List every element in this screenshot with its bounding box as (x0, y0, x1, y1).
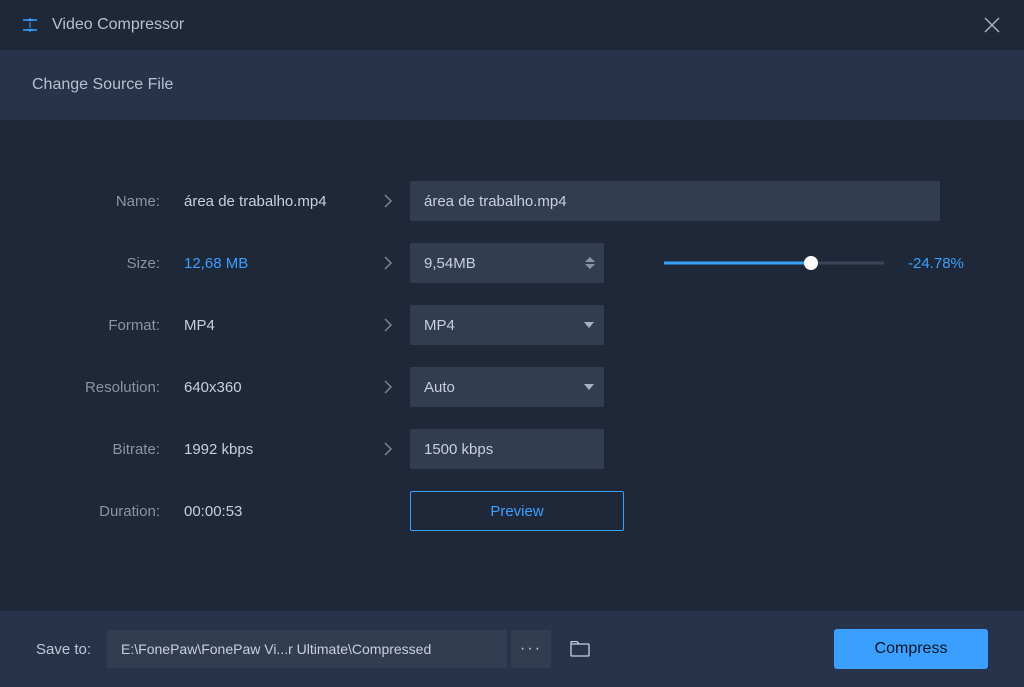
resolution-dropdown[interactable]: Auto (410, 367, 604, 407)
format-source-value: MP4 (166, 317, 366, 334)
chevron-right-icon (366, 255, 410, 271)
size-slider[interactable] (664, 256, 884, 270)
settings-panel: Name: área de trabalho.mp4 Size: 12,68 M… (0, 120, 1024, 611)
saveto-label: Save to: (36, 641, 91, 658)
change-source-bar[interactable]: Change Source File (0, 50, 1024, 120)
duration-label: Duration: (36, 503, 166, 520)
more-options-button[interactable]: ··· (511, 630, 551, 668)
row-bitrate: Bitrate: 1992 kbps (36, 418, 988, 480)
caret-down-icon (574, 384, 604, 390)
preview-button[interactable]: Preview (410, 491, 624, 531)
compress-button[interactable]: Compress (834, 629, 988, 669)
change-source-label: Change Source File (32, 76, 173, 94)
size-target-value: 9,54MB (410, 255, 576, 272)
chevron-right-icon (366, 317, 410, 333)
size-target-spinner[interactable]: 9,54MB (410, 243, 604, 283)
chevron-right-icon (366, 379, 410, 395)
row-size: Size: 12,68 MB 9,54MB -24.78% (36, 232, 988, 294)
format-dropdown[interactable]: MP4 (410, 305, 604, 345)
close-button[interactable] (980, 13, 1004, 37)
caret-down-icon (574, 322, 604, 328)
bitrate-source-value: 1992 kbps (166, 441, 366, 458)
spinner-up-icon[interactable] (585, 257, 595, 262)
format-label: Format: (36, 317, 166, 334)
slider-thumb[interactable] (804, 256, 818, 270)
row-duration: Duration: 00:00:53 Preview (36, 480, 988, 542)
save-path-input[interactable] (107, 630, 507, 668)
chevron-right-icon (366, 441, 410, 457)
open-folder-button[interactable] (561, 630, 599, 668)
name-label: Name: (36, 193, 166, 210)
duration-value: 00:00:53 (166, 503, 366, 520)
resolution-label: Resolution: (36, 379, 166, 396)
app-icon (20, 15, 40, 35)
resolution-target-value: Auto (410, 379, 574, 396)
title-bar: Video Compressor (0, 0, 1024, 50)
resolution-source-value: 640x360 (166, 379, 366, 396)
bitrate-label: Bitrate: (36, 441, 166, 458)
slider-fill (664, 262, 811, 265)
spinner-down-icon[interactable] (585, 264, 595, 269)
name-output-input[interactable] (410, 181, 940, 221)
size-label: Size: (36, 255, 166, 272)
size-percent: -24.78% (908, 255, 964, 272)
chevron-right-icon (366, 193, 410, 209)
app-title: Video Compressor (52, 16, 980, 34)
name-source-value: área de trabalho.mp4 (166, 193, 366, 210)
size-source-value: 12,68 MB (166, 255, 366, 272)
row-resolution: Resolution: 640x360 Auto (36, 356, 988, 418)
bitrate-target-input[interactable] (410, 429, 604, 469)
format-target-value: MP4 (410, 317, 574, 334)
row-name: Name: área de trabalho.mp4 (36, 170, 988, 232)
footer-bar: Save to: ··· Compress (0, 611, 1024, 687)
row-format: Format: MP4 MP4 (36, 294, 988, 356)
